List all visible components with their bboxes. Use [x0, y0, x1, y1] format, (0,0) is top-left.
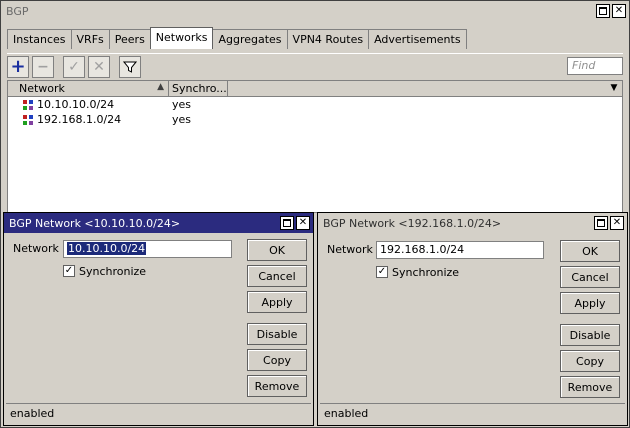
network-icon: [23, 99, 33, 110]
filter-button[interactable]: [119, 55, 141, 78]
row-synchronize: yes: [172, 113, 192, 126]
copy-button[interactable]: Copy: [247, 349, 307, 371]
cancel-button[interactable]: Cancel: [247, 265, 307, 287]
maximize-icon[interactable]: [594, 216, 608, 230]
tab-bar: Instances VRFs Peers Networks Aggregates…: [7, 27, 467, 49]
maximize-icon[interactable]: [596, 4, 610, 18]
cancel-button[interactable]: Cancel: [560, 266, 620, 288]
plus-icon: +: [10, 56, 26, 77]
window-title: BGP: [6, 4, 29, 18]
ok-button[interactable]: OK: [247, 239, 307, 261]
network-field-value: 192.168.1.0/24: [380, 243, 465, 256]
column-network[interactable]: Network ▲: [8, 81, 169, 96]
maximize-icon[interactable]: [280, 216, 294, 230]
disable-button[interactable]: ✕: [88, 55, 110, 78]
tab-vrfs[interactable]: VRFs: [70, 29, 110, 49]
table-row[interactable]: 10.10.10.0/24 yes: [8, 97, 622, 112]
row-network: 10.10.10.0/24: [37, 98, 115, 111]
apply-button[interactable]: Apply: [247, 291, 307, 313]
tab-advertisements[interactable]: Advertisements: [368, 29, 467, 49]
enable-button[interactable]: ✓: [63, 55, 85, 78]
close-icon[interactable]: ✕: [612, 4, 626, 18]
network-field[interactable]: 192.168.1.0/24: [376, 241, 544, 259]
remove-button[interactable]: Remove: [560, 376, 620, 398]
remove-button[interactable]: −: [32, 55, 54, 78]
cross-icon: ✕: [93, 58, 105, 75]
copy-button[interactable]: Copy: [560, 350, 620, 372]
tab-networks[interactable]: Networks: [149, 27, 214, 49]
apply-button[interactable]: Apply: [560, 292, 620, 314]
ok-button[interactable]: OK: [560, 240, 620, 262]
network-field[interactable]: 10.10.10.0/24: [63, 240, 232, 258]
networks-table: Network ▲ Synchro... ▼ 10.10.10.0/24 yes: [7, 80, 623, 213]
add-button[interactable]: +: [7, 55, 29, 78]
disable-button[interactable]: Disable: [247, 323, 307, 345]
bgp-network-dialog-1: BGP Network <10.10.10.0/24> ✕ Network 10…: [3, 212, 314, 426]
table-row[interactable]: 192.168.1.0/24 yes: [8, 112, 622, 127]
network-label: Network: [327, 243, 373, 256]
tab-vpn4-routes[interactable]: VPN4 Routes: [286, 29, 370, 49]
minus-icon: −: [37, 58, 49, 75]
column-synchronize[interactable]: Synchro...: [169, 81, 228, 96]
disable-button[interactable]: Disable: [560, 324, 620, 346]
synchronize-checkbox[interactable]: ✓: [376, 266, 388, 278]
find-input[interactable]: Find: [567, 57, 623, 75]
row-network: 192.168.1.0/24: [37, 113, 122, 126]
remove-button[interactable]: Remove: [247, 375, 307, 397]
column-empty: [228, 81, 606, 96]
dialog1-titlebar[interactable]: BGP Network <10.10.10.0/24> ✕: [4, 213, 313, 233]
tab-aggregates[interactable]: Aggregates: [212, 29, 288, 49]
dialog2-titlebar[interactable]: BGP Network <192.168.1.0/24> ✕: [318, 213, 627, 233]
close-icon[interactable]: ✕: [296, 216, 310, 230]
sort-asc-icon: ▲: [157, 82, 164, 92]
synchronize-checkbox[interactable]: ✓: [63, 265, 75, 277]
bgp-titlebar[interactable]: BGP ✕: [1, 1, 629, 21]
dialog2-title: BGP Network <192.168.1.0/24>: [323, 216, 502, 230]
status-bar: enabled: [6, 403, 311, 423]
bgp-network-dialog-2: BGP Network <192.168.1.0/24> ✕ Network 1…: [317, 212, 628, 426]
network-icon: [23, 114, 33, 125]
tab-peers[interactable]: Peers: [108, 29, 151, 49]
toolbar: + − ✓ ✕ Find: [7, 53, 623, 79]
row-synchronize: yes: [172, 98, 192, 111]
network-field-value: 10.10.10.0/24: [67, 242, 147, 255]
synchronize-label: Synchronize: [79, 265, 147, 278]
synchronize-label: Synchronize: [392, 266, 460, 279]
dialog1-title: BGP Network <10.10.10.0/24>: [9, 216, 181, 230]
column-menu-icon[interactable]: ▼: [606, 81, 622, 96]
tab-instances[interactable]: Instances: [7, 29, 72, 49]
close-icon[interactable]: ✕: [610, 216, 624, 230]
network-label: Network: [13, 242, 59, 255]
table-header: Network ▲ Synchro... ▼: [8, 81, 622, 97]
status-bar: enabled: [320, 403, 625, 423]
check-icon: ✓: [68, 58, 80, 75]
filter-icon: [123, 61, 137, 73]
